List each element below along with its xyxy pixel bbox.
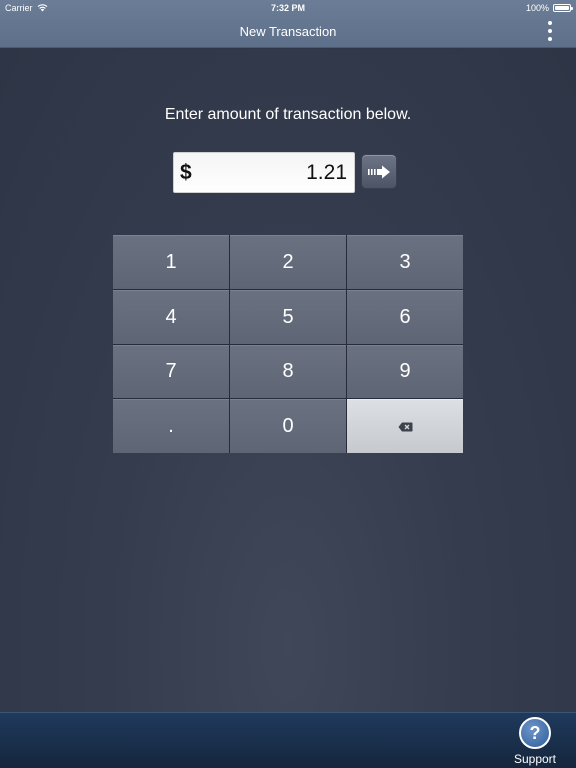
arrow-right-icon: [368, 165, 390, 178]
support-button[interactable]: ? Support: [508, 717, 562, 767]
more-vertical-icon: [548, 21, 552, 25]
numeric-keypad: 1 2 3 4 5 6 7 8 9 . 0: [113, 235, 463, 453]
key-7[interactable]: 7: [113, 344, 229, 399]
key-6[interactable]: 6: [347, 289, 463, 344]
key-8[interactable]: 8: [230, 344, 346, 399]
top-bar: Carrier 7:32 PM 100% New Transaction: [0, 0, 576, 48]
amount-input[interactable]: $ 1.21: [173, 152, 355, 193]
backspace-icon: [398, 422, 412, 432]
key-4[interactable]: 4: [113, 289, 229, 344]
backspace-button[interactable]: [347, 399, 463, 453]
currency-symbol: $: [180, 160, 192, 184]
battery-percent: 100%: [525, 3, 549, 13]
battery-icon: [553, 4, 573, 12]
key-3[interactable]: 3: [347, 235, 463, 289]
key-0[interactable]: 0: [230, 399, 346, 453]
bottom-toolbar: ? Support: [0, 712, 576, 768]
key-5[interactable]: 5: [230, 289, 346, 344]
page-title: New Transaction: [239, 24, 337, 39]
key-decimal[interactable]: .: [113, 399, 229, 453]
amount-value: 1.21: [306, 160, 347, 184]
support-label: Support: [513, 752, 557, 766]
key-9[interactable]: 9: [347, 344, 463, 399]
status-time: 7:32 PM: [270, 3, 305, 13]
submit-amount-button[interactable]: [361, 154, 397, 189]
amount-prompt: Enter amount of transaction below.: [164, 106, 412, 123]
key-1[interactable]: 1: [113, 235, 229, 289]
more-menu-button[interactable]: [546, 21, 554, 41]
question-mark-icon: ?: [519, 717, 551, 749]
main-content: Enter amount of transaction below. $ 1.2…: [0, 49, 576, 712]
battery-indicator: 100%: [525, 3, 573, 13]
key-2[interactable]: 2: [230, 235, 346, 289]
status-bar: Carrier 7:32 PM 100%: [0, 0, 576, 16]
